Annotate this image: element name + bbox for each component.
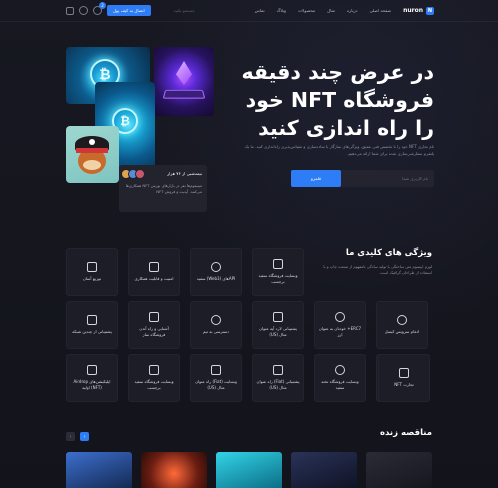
cube-icon bbox=[87, 262, 97, 272]
feature-label: وبسایت (Fiat) راه عنوان مثال (US) bbox=[195, 379, 237, 390]
info-icon bbox=[211, 262, 221, 272]
live-auction-title: مناقصه زنده bbox=[380, 428, 432, 438]
next-arrow-button[interactable]: › bbox=[80, 432, 89, 441]
logo-mark-icon: N bbox=[426, 6, 434, 15]
ethereum-icon bbox=[176, 61, 192, 85]
feature-label: دسترسی به تیم bbox=[202, 329, 229, 334]
live-card-image[interactable] bbox=[141, 452, 207, 488]
notification-icon[interactable]: 2 bbox=[93, 2, 106, 15]
disc-icon bbox=[397, 315, 407, 325]
database-icon bbox=[87, 315, 97, 325]
bell-icon bbox=[399, 368, 409, 378]
live-card-image[interactable] bbox=[66, 452, 132, 488]
feature-label: ادغام سرویس کیسل bbox=[384, 329, 420, 334]
nft-ethereum-image[interactable] bbox=[154, 47, 214, 116]
globe-icon bbox=[335, 365, 345, 375]
feature-label: پشتیبانی لارد آپه عنوان مثال (US) bbox=[259, 326, 297, 337]
feature-card[interactable]: پشتیبانی از چندین شبکه bbox=[66, 301, 118, 349]
features-title: ویژگی های کلیدی ما bbox=[345, 248, 432, 258]
nft-pirate-image[interactable] bbox=[66, 126, 119, 183]
feature-card[interactable]: پشتیبانی (Fiat) راه عنوان مثال (US) bbox=[252, 354, 304, 402]
prev-arrow-button[interactable]: ‹ bbox=[66, 432, 75, 441]
auction-title: نیمه‌شبی از ۷۶ هزار bbox=[167, 171, 202, 176]
auction-card[interactable]: نیمه‌شبی از ۷۶ هزار مینیموم‌ها نفر در با… bbox=[119, 165, 207, 212]
logo[interactable]: nuron N bbox=[403, 6, 434, 15]
auction-description: مینیموم‌ها نفر در بازارهای بورس NFT همکا… bbox=[125, 183, 202, 194]
hero-description: نام تجاری NFT خود را با تخصص فنی عمیق، و… bbox=[244, 144, 434, 156]
feature-card[interactable]: وبسایت فروشگاه سفید برچسب bbox=[252, 248, 304, 296]
notification-badge: 2 bbox=[99, 2, 106, 9]
feature-label: وبسایت فروشگاه تخته سفید bbox=[321, 379, 359, 390]
feature-card[interactable]: وبسایت فروشگاه سفید برچسب bbox=[128, 354, 180, 402]
feature-label: APIهای (Web3) سفید bbox=[196, 276, 236, 281]
feature-label: تجارت NFT bbox=[394, 382, 414, 387]
nav-item-products[interactable]: محصولات bbox=[298, 8, 315, 13]
ethereum-base bbox=[162, 89, 206, 99]
feature-card[interactable]: ERC7+ خودتان به عنوان ارز bbox=[314, 301, 366, 349]
pirate-face bbox=[83, 160, 101, 170]
feature-label: توزیع آسان bbox=[82, 276, 102, 281]
header-actions: 2 اتصال به کیف پول جستجو بکنید bbox=[66, 2, 195, 16]
feature-card[interactable]: دسترسی به تیم bbox=[190, 301, 242, 349]
feature-label: امنیت و قابلیت همکاری bbox=[134, 276, 174, 281]
calendar-icon bbox=[273, 365, 283, 375]
logo-text: nuron bbox=[403, 7, 423, 14]
image-icon bbox=[211, 365, 221, 375]
bidder-avatars bbox=[121, 169, 145, 179]
feature-label: وبسایت فروشگاه سفید برچسب bbox=[134, 379, 174, 390]
live-card-image[interactable] bbox=[366, 452, 432, 488]
feature-card[interactable]: توزیع آسان bbox=[66, 248, 118, 296]
pirate-band bbox=[76, 148, 108, 153]
compass-icon bbox=[211, 315, 221, 325]
nav-item-contact[interactable]: تماس bbox=[255, 8, 265, 13]
feature-label: وبسایت فروشگاه سفید برچسب bbox=[258, 273, 298, 284]
feature-card[interactable]: وبسایت (Fiat) راه عنوان مثال (US) bbox=[190, 354, 242, 402]
main-nav: nuron N صفحه اصلی درباره مثال محصولات وب… bbox=[255, 6, 434, 15]
skull-icon bbox=[89, 139, 95, 145]
feature-label: پشتیبانی (Fiat) راه عنوان مثال (US) bbox=[256, 379, 300, 390]
hero-search-bar: قلمرو نام کاربری شما bbox=[291, 170, 434, 187]
feature-card[interactable]: تجارت NFT bbox=[378, 354, 430, 402]
feature-card[interactable]: وبسایت فروشگاه تخته سفید bbox=[314, 354, 366, 402]
feature-card[interactable]: آشنایی و راه آندن فروشگاه ساز bbox=[128, 301, 180, 349]
feature-card[interactable]: APIهای (Web3) سفید bbox=[190, 248, 242, 296]
avatar bbox=[135, 169, 145, 179]
features-description: لورم ایپسوم متن ساختگی با تولید سادگی نا… bbox=[323, 264, 432, 275]
hero-title: در عرض چند دقیقه فروشگاه NFT خود را راه … bbox=[241, 60, 434, 140]
nav-item-home[interactable]: صفحه اصلی bbox=[370, 8, 392, 13]
cast-icon bbox=[273, 259, 283, 269]
command-icon bbox=[149, 312, 159, 322]
feature-label: ERC7+ خودتان به عنوان ارز bbox=[318, 326, 362, 337]
live-card-image[interactable] bbox=[291, 452, 357, 488]
feature-card[interactable]: پشتیبانی لارد آپه عنوان مثال (US) bbox=[252, 301, 304, 349]
dollar-icon bbox=[335, 312, 345, 322]
hero-search-input[interactable]: نام کاربری شما bbox=[341, 176, 434, 181]
grid-icon bbox=[149, 365, 159, 375]
menu-icon[interactable] bbox=[66, 6, 74, 15]
list-icon bbox=[87, 365, 97, 375]
nav-item-blog[interactable]: وبلاگ bbox=[277, 8, 286, 13]
top-header: 2 اتصال به کیف پول جستجو بکنید nuron N ص… bbox=[0, 0, 498, 22]
feature-card[interactable]: امنیت و قابلیت همکاری bbox=[128, 248, 180, 296]
coffee-icon bbox=[273, 312, 283, 322]
user-icon[interactable] bbox=[79, 6, 88, 15]
live-card-image[interactable] bbox=[216, 452, 282, 488]
feature-label: اپلیکیشن‌های Airdrop (NFT) اولیه bbox=[73, 379, 111, 390]
feature-card[interactable]: اپلیکیشن‌های Airdrop (NFT) اولیه bbox=[66, 354, 118, 402]
feature-label: آشنایی و راه آندن فروشگاه ساز bbox=[139, 326, 169, 337]
nav-item-examples[interactable]: مثال bbox=[327, 8, 335, 13]
nav-item-about[interactable]: درباره bbox=[347, 8, 358, 13]
archive-icon bbox=[149, 262, 159, 272]
feature-label: پشتیبانی از چندین شبکه bbox=[72, 329, 112, 334]
hero-search-button[interactable]: قلمرو bbox=[291, 170, 341, 187]
header-search-input[interactable]: جستجو بکنید bbox=[174, 8, 195, 13]
connect-wallet-button[interactable]: اتصال به کیف پول bbox=[107, 5, 151, 16]
feature-card[interactable]: ادغام سرویس کیسل bbox=[376, 301, 428, 349]
